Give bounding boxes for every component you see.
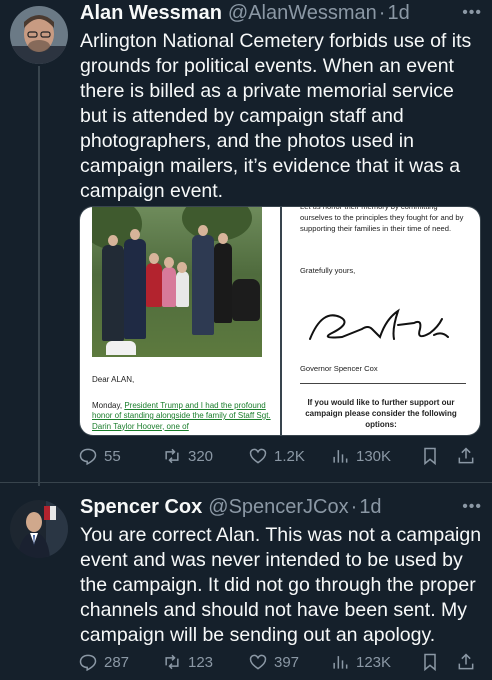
author-handle[interactable]: @AlanWessman — [228, 2, 377, 25]
views-count: 130K — [356, 447, 392, 465]
tweet-media[interactable]: Dear ALAN, Monday, President Trump and I… — [79, 206, 481, 436]
more-icon[interactable]: ••• — [462, 498, 482, 516]
repost-button[interactable]: 320 — [162, 446, 213, 466]
bookmark-button[interactable] — [420, 652, 440, 672]
letter-signer: Governor Spencer Cox — [300, 364, 378, 373]
media-image-right[interactable]: Let us honor their memory by committing … — [282, 207, 480, 435]
views-button[interactable]: 123K — [330, 652, 391, 672]
like-icon — [249, 448, 267, 464]
author-handle[interactable]: @SpencerJCox — [208, 496, 348, 519]
letter-closing: Gratefully yours, — [300, 266, 356, 275]
tweet-divider — [0, 482, 492, 483]
like-count: 397 — [274, 653, 300, 671]
repost-count: 320 — [188, 447, 214, 465]
letter-greeting: Dear ALAN, — [92, 375, 135, 384]
views-icon — [333, 656, 348, 669]
memorial-photo — [92, 207, 262, 357]
bookmark-button[interactable] — [420, 446, 440, 466]
tweet-timestamp[interactable]: 1d — [359, 496, 381, 519]
repost-button[interactable]: 123 — [162, 652, 213, 672]
reply-button[interactable]: 55 — [78, 446, 121, 466]
share-button[interactable] — [456, 652, 476, 672]
share-button[interactable] — [456, 446, 476, 466]
like-button[interactable]: 397 — [248, 652, 299, 672]
like-button[interactable]: 1.2K — [248, 446, 305, 466]
tweet-text: You are correct Alan. This was not a cam… — [80, 524, 482, 646]
separator-dot: · — [350, 496, 358, 518]
views-icon — [333, 450, 348, 463]
reply-count: 55 — [104, 447, 121, 465]
letter-body-prefix: Monday, — [92, 400, 125, 410]
like-count: 1.2K — [274, 447, 305, 465]
tweet-header: Alan Wessman @AlanWessman · 1d — [80, 2, 472, 26]
like-icon — [249, 654, 267, 670]
author-name[interactable]: Spencer Cox — [80, 496, 202, 519]
reply-count: 287 — [104, 653, 130, 671]
views-button[interactable]: 130K — [330, 446, 391, 466]
reply-icon — [79, 654, 97, 672]
media-image-left[interactable]: Dear ALAN, Monday, President Trump and I… — [80, 207, 280, 435]
avatar-spencer-cox[interactable] — [10, 500, 68, 558]
letter-top-text: Let us honor their memory by committing … — [300, 207, 464, 233]
tweet-alan-wessman[interactable]: Alan Wessman @AlanWessman · 1d ••• Arlin… — [0, 0, 492, 480]
tweet-spencer-cox[interactable]: Spencer Cox @SpencerJCox · 1d ••• You ar… — [0, 486, 492, 680]
share-icon — [458, 447, 474, 464]
views-count: 123K — [356, 653, 392, 671]
letter-excerpt-left: Dear ALAN, Monday, President Trump and I… — [92, 375, 272, 432]
bookmark-icon — [424, 653, 436, 672]
letter-divider — [300, 383, 466, 384]
author-name[interactable]: Alan Wessman — [80, 2, 222, 25]
avatar-alan-wessman[interactable] — [10, 6, 68, 64]
repost-count: 123 — [188, 653, 214, 671]
letter-support-text: If you would like to further support our… — [305, 398, 457, 429]
signature-image — [309, 308, 449, 340]
bookmark-icon — [424, 447, 436, 466]
tweet-timestamp[interactable]: 1d — [387, 2, 409, 25]
tweet-header: Spencer Cox @SpencerJCox · 1d — [80, 496, 472, 520]
more-icon[interactable]: ••• — [462, 4, 482, 22]
share-icon — [458, 653, 474, 670]
tweet-actions: 287 123 397 123K — [78, 650, 482, 674]
repost-icon — [165, 448, 179, 464]
reply-button[interactable]: 287 — [78, 652, 129, 672]
repost-icon — [165, 654, 179, 670]
separator-dot: · — [378, 2, 386, 24]
tweet-actions: 55 320 1.2K 130K — [78, 444, 482, 468]
reply-icon — [79, 448, 97, 466]
tweet-text: Arlington National Cemetery forbids use … — [80, 30, 472, 202]
